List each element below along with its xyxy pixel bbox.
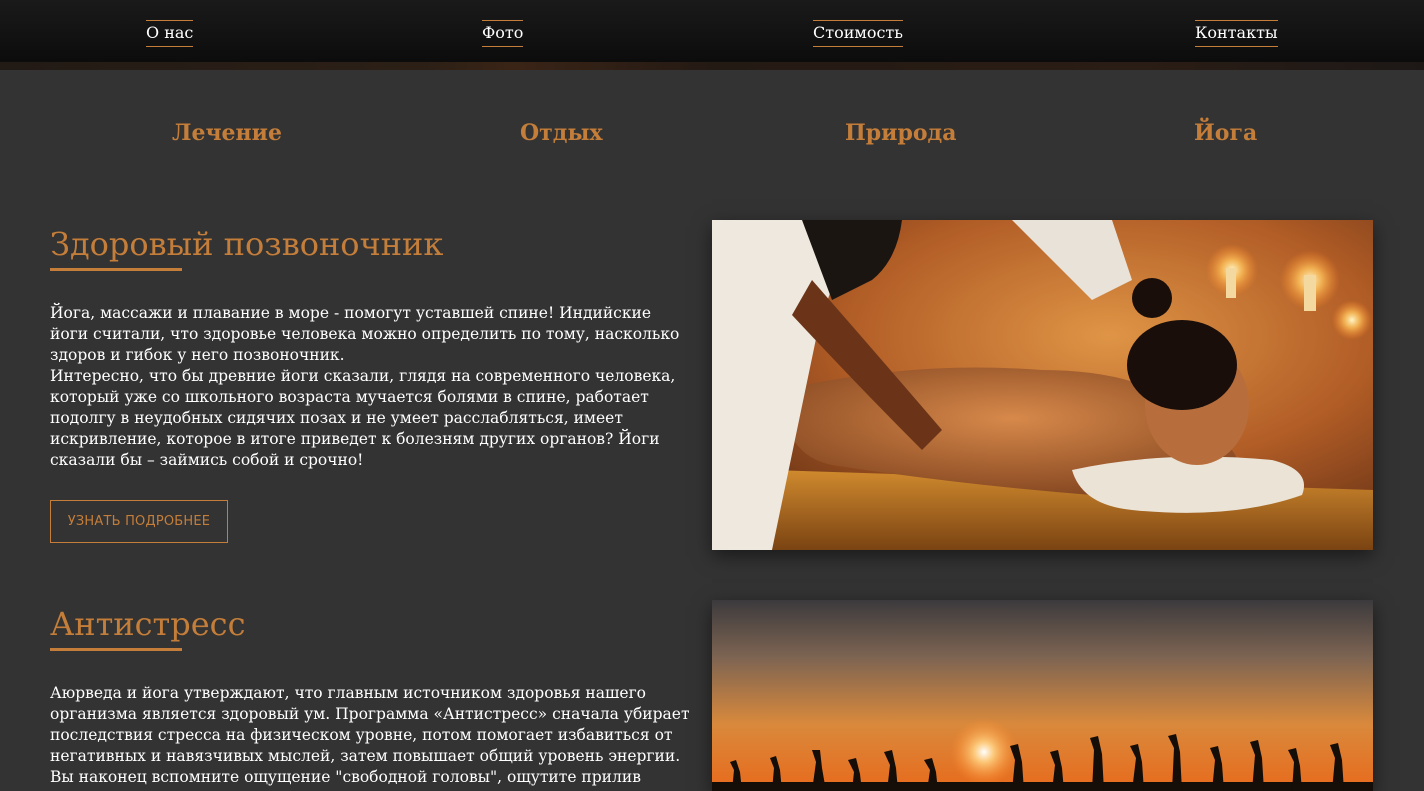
nav-link-price[interactable]: Стоимость <box>813 20 903 47</box>
category-treatment[interactable]: Лечение <box>172 120 282 146</box>
category-yoga[interactable]: Йога <box>1194 120 1257 146</box>
section-paragraph: Интересно, что бы древние йоги сказали, … <box>50 367 676 469</box>
section-text-antistress: Аюрведа и йога утверждают, что главным и… <box>50 683 690 788</box>
section-text-spine: Йога, массажи и плавание в море - помогу… <box>50 303 690 471</box>
section-paragraph: Йога, массажи и плавание в море - помогу… <box>50 304 680 364</box>
nav-link-about[interactable]: О нас <box>146 20 194 47</box>
top-navigation: О нас Фото Стоимость Контакты <box>0 0 1424 70</box>
category-row: Лечение Отдых Природа Йога <box>0 120 1424 156</box>
section-title-antistress: Антистресс <box>50 605 246 643</box>
learn-more-button[interactable]: УЗНАТЬ ПОДРОБНЕЕ <box>50 500 228 543</box>
nav-link-contacts[interactable]: Контакты <box>1195 20 1278 47</box>
sunset-crowd-photo <box>712 600 1373 791</box>
title-underline <box>50 268 182 271</box>
title-underline <box>50 648 182 651</box>
section-paragraph: Аюрведа и йога утверждают, что главным и… <box>50 684 690 786</box>
section-title-spine: Здоровый позвоночник <box>50 225 444 263</box>
category-rest[interactable]: Отдых <box>520 120 603 146</box>
category-nature[interactable]: Природа <box>845 120 956 146</box>
massage-photo <box>712 220 1373 550</box>
nav-link-photo[interactable]: Фото <box>482 20 524 47</box>
